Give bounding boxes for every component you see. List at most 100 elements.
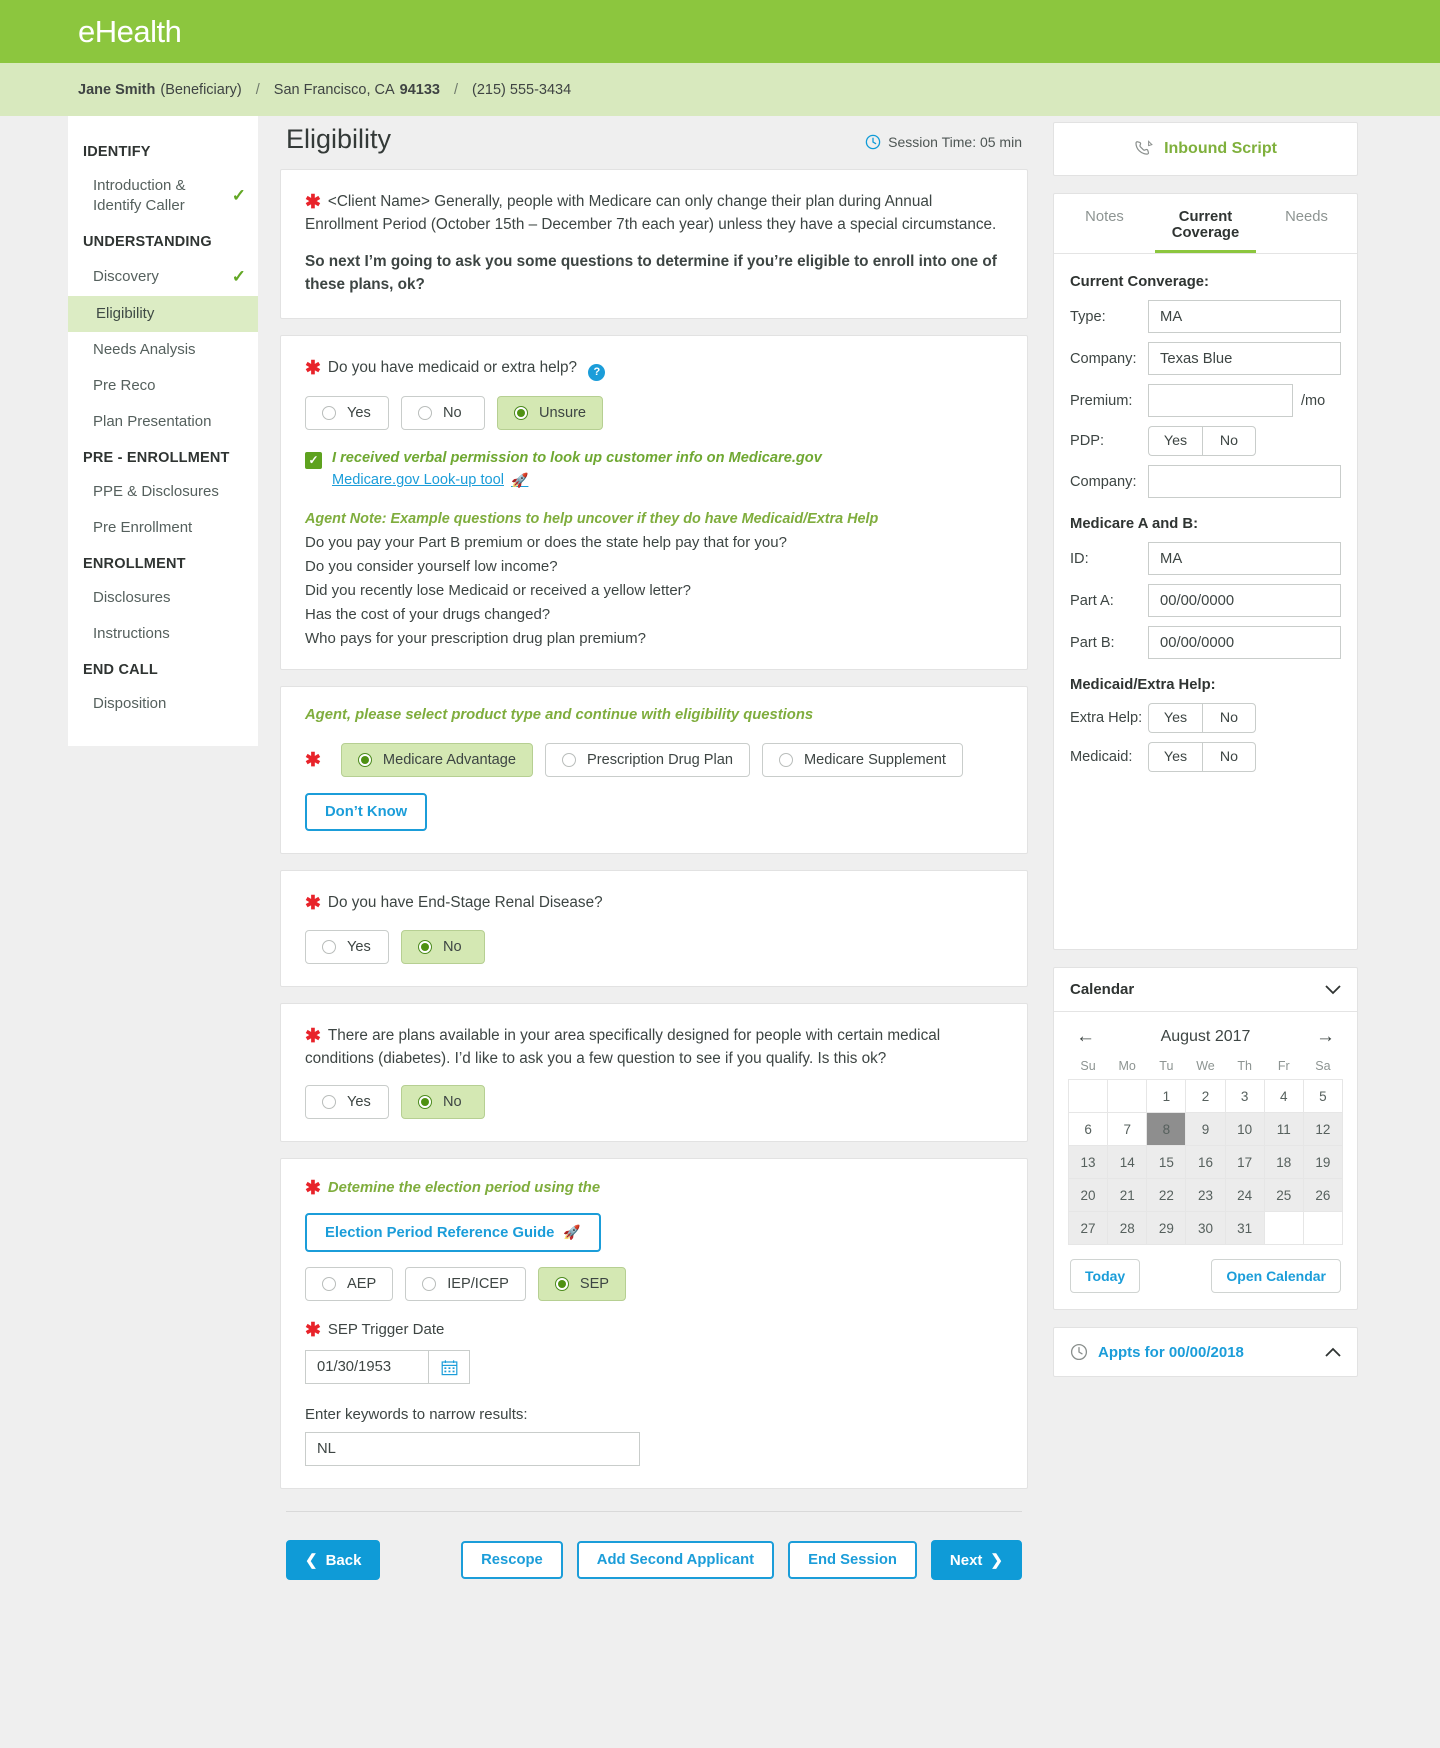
- sidebar-item-introduction-identify-caller[interactable]: Introduction & Identify Caller ✓: [68, 168, 258, 224]
- calendar-day-cell[interactable]: 16: [1185, 1145, 1226, 1179]
- calendar-day-cell[interactable]: 31: [1224, 1211, 1265, 1245]
- calendar-picker-button[interactable]: [428, 1350, 470, 1385]
- medicaid-option-unsure[interactable]: Unsure: [497, 395, 604, 430]
- product-option-prescription-drug-plan[interactable]: Prescription Drug Plan: [544, 743, 750, 778]
- end-session-button[interactable]: End Session: [788, 1541, 917, 1580]
- tab-needs[interactable]: Needs: [1256, 194, 1357, 253]
- calendar-day-cell[interactable]: 11: [1263, 1112, 1304, 1146]
- sidebar-item-needs-analysis[interactable]: Needs Analysis: [68, 332, 258, 368]
- coverage-premium-input[interactable]: [1148, 384, 1293, 417]
- calendar-day-cell[interactable]: 28: [1107, 1211, 1148, 1245]
- calendar-day-cell[interactable]: 30: [1185, 1211, 1226, 1245]
- calendar-header[interactable]: Calendar: [1054, 968, 1357, 1012]
- calendar-day-cell[interactable]: 12: [1302, 1112, 1344, 1146]
- back-button[interactable]: ❮ Back: [286, 1540, 381, 1581]
- medicare-part-a-input[interactable]: 00/00/0000: [1148, 584, 1341, 617]
- calendar-day-cell[interactable]: 17: [1224, 1145, 1265, 1179]
- extra-help-yes[interactable]: Yes: [1148, 703, 1202, 733]
- product-instruction: Agent, please select product type and co…: [305, 707, 814, 724]
- sidebar-item-ppe-disclosures[interactable]: PPE & Disclosures: [68, 474, 258, 510]
- product-option-medicare-advantage[interactable]: Medicare Advantage: [340, 743, 533, 778]
- right-rail: Inbound Script Notes Current Coverage Need…: [1053, 116, 1358, 1394]
- sidebar-item-instructions[interactable]: Instructions: [68, 616, 258, 652]
- calendar-day-cell[interactable]: 27: [1067, 1211, 1109, 1245]
- sidebar-item-disclosures[interactable]: Disclosures: [68, 580, 258, 616]
- election-period-reference-guide-button[interactable]: Election Period Reference Guide 🚀: [305, 1213, 601, 1253]
- required-asterisk-icon: ✱: [305, 1025, 321, 1047]
- add-second-applicant-button[interactable]: Add Second Applicant: [576, 1541, 775, 1580]
- sidebar-item-pre-enrollment[interactable]: Pre Enrollment: [68, 510, 258, 546]
- snp-option-yes[interactable]: Yes: [305, 1085, 389, 1120]
- dont-know-button[interactable]: Don’t Know: [305, 793, 428, 832]
- calendar-day-cell[interactable]: 1: [1146, 1079, 1187, 1113]
- keywords-input[interactable]: NL: [305, 1432, 640, 1467]
- calendar-prev-month-icon[interactable]: ←: [1076, 1026, 1095, 1048]
- calendar-day-cell[interactable]: 29: [1146, 1211, 1187, 1245]
- calendar-next-month-icon[interactable]: →: [1316, 1026, 1335, 1048]
- coverage-company-label: Company:: [1070, 350, 1137, 367]
- next-button[interactable]: Next ❯: [930, 1540, 1022, 1581]
- extra-help-no[interactable]: No: [1202, 703, 1256, 733]
- medicaid-option-option-label: No: [443, 404, 462, 421]
- medicare-id-input[interactable]: MA: [1148, 542, 1341, 575]
- sidebar-item-disposition[interactable]: Disposition: [68, 686, 258, 722]
- calendar-day-cell[interactable]: 19: [1302, 1145, 1344, 1179]
- coverage-pdp-no[interactable]: No: [1202, 426, 1256, 456]
- calendar-day-cell[interactable]: 10: [1224, 1112, 1265, 1146]
- coverage-pdp-yes[interactable]: Yes: [1148, 426, 1202, 456]
- esrd-option-no[interactable]: No: [401, 929, 485, 964]
- election-period-card: ✱ Detemine the election period using the …: [280, 1158, 1028, 1490]
- permission-checkbox[interactable]: ✓: [305, 451, 322, 469]
- radio-icon: [779, 753, 793, 768]
- calendar-day-cell[interactable]: 5: [1302, 1079, 1344, 1113]
- election-option-sep[interactable]: SEP: [537, 1267, 627, 1302]
- calendar-day-cell[interactable]: 7: [1107, 1112, 1148, 1146]
- rescope-button[interactable]: Rescope: [461, 1541, 563, 1580]
- sidebar-item-eligibility[interactable]: Eligibility: [68, 296, 258, 333]
- calendar-day-cell[interactable]: 20: [1067, 1178, 1109, 1212]
- calendar-day-cell[interactable]: 25: [1263, 1178, 1304, 1212]
- calendar-day-cell[interactable]: 6: [1067, 1112, 1109, 1146]
- calendar-day-cell[interactable]: 4: [1263, 1079, 1304, 1113]
- calendar-day-cell[interactable]: 26: [1302, 1178, 1344, 1212]
- calendar-day-cell[interactable]: 9: [1185, 1112, 1226, 1146]
- medicaid-yes[interactable]: Yes: [1148, 742, 1202, 772]
- sidebar-item-discovery[interactable]: Discovery ✓: [68, 258, 258, 297]
- medicare-lookup-link[interactable]: Medicare.gov Look-up tool 🚀: [332, 472, 528, 489]
- coverage-pdp-company-input[interactable]: [1148, 465, 1341, 498]
- product-option-medicare-supplement[interactable]: Medicare Supplement: [762, 743, 963, 778]
- calendar-day-cell[interactable]: 22: [1146, 1178, 1187, 1212]
- calendar-day-cell[interactable]: 21: [1107, 1178, 1148, 1212]
- sep-trigger-date-input[interactable]: 01/30/1953: [305, 1350, 428, 1385]
- calendar-week-row: 27 28 29 30 31: [1067, 1211, 1344, 1245]
- esrd-option-yes[interactable]: Yes: [305, 929, 389, 964]
- sidebar-item-plan-presentation[interactable]: Plan Presentation: [68, 404, 258, 440]
- election-option-aep[interactable]: AEP: [305, 1267, 394, 1302]
- help-icon[interactable]: ?: [588, 363, 606, 381]
- calendar-day-cell[interactable]: 8: [1146, 1112, 1187, 1146]
- election-option-iep-icep[interactable]: IEP/ICEP: [405, 1267, 526, 1302]
- tab-current-coverage[interactable]: Current Coverage: [1155, 194, 1256, 253]
- tab-notes[interactable]: Notes: [1054, 194, 1155, 253]
- calendar-day-cell[interactable]: 18: [1263, 1145, 1304, 1179]
- appointments-header[interactable]: Appts for 00/00/2018: [1054, 1328, 1357, 1376]
- calendar-open-button[interactable]: Open Calendar: [1211, 1259, 1341, 1293]
- medicare-part-b-input[interactable]: 00/00/0000: [1148, 626, 1341, 659]
- calendar-day-cell[interactable]: 14: [1107, 1145, 1148, 1179]
- coverage-company-input[interactable]: Texas Blue: [1148, 342, 1341, 375]
- calendar-day-cell[interactable]: 23: [1185, 1178, 1226, 1212]
- calendar-day-cell[interactable]: 2: [1185, 1079, 1226, 1113]
- coverage-type-input[interactable]: MA: [1148, 300, 1341, 333]
- calendar-day-cell[interactable]: 15: [1146, 1145, 1187, 1179]
- calendar-day-cell[interactable]: 3: [1224, 1079, 1265, 1113]
- calendar-day-cell[interactable]: 13: [1067, 1145, 1109, 1179]
- calendar-day-cell[interactable]: 24: [1224, 1178, 1265, 1212]
- medicaid-no[interactable]: No: [1202, 742, 1256, 772]
- sidebar-item-pre-reco[interactable]: Pre Reco: [68, 368, 258, 404]
- medicaid-option-no[interactable]: No: [401, 395, 485, 430]
- calendar-today-button[interactable]: Today: [1070, 1259, 1141, 1293]
- snp-option-no[interactable]: No: [401, 1085, 485, 1120]
- inbound-script-button[interactable]: Inbound Script: [1054, 123, 1357, 175]
- coverage-panel: Notes Current Coverage Needs Current Conve…: [1053, 193, 1358, 950]
- medicaid-option-yes[interactable]: Yes: [305, 395, 389, 430]
